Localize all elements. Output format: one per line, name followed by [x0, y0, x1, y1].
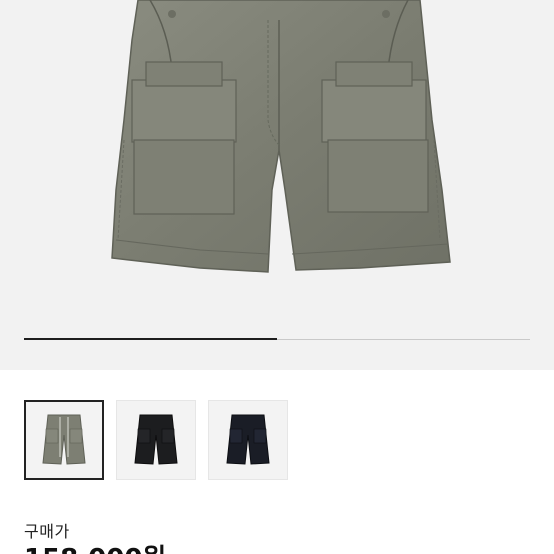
thumbnail-black[interactable] [116, 400, 196, 480]
progress-fill [24, 338, 277, 340]
cargo-shorts-image [111, 0, 451, 273]
product-image-carousel[interactable] [0, 0, 554, 370]
thumbnail-navy[interactable] [208, 400, 288, 480]
carousel-progress-bar [24, 338, 530, 340]
khaki-shorts-thumb-image [42, 414, 86, 465]
price-value: 158,000원 [24, 544, 166, 554]
navy-shorts-thumb-image [226, 414, 270, 465]
black-shorts-thumb-image [134, 414, 178, 465]
thumbnail-khaki[interactable] [24, 400, 104, 480]
price-label: 구매가 [24, 522, 70, 541]
thumbnail-list [24, 400, 288, 480]
product-page: 구매가 158,000원 [0, 0, 554, 554]
